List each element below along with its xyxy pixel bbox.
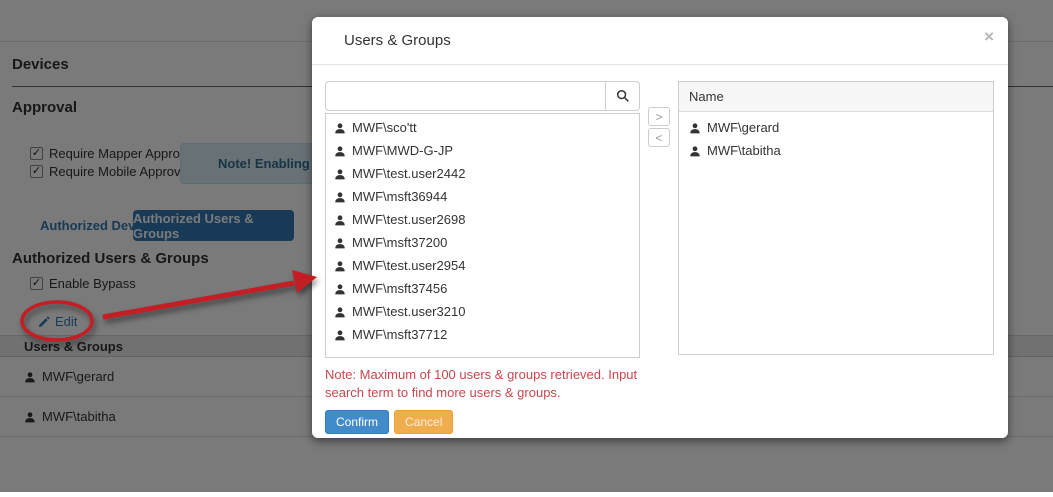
person-icon bbox=[334, 191, 346, 203]
available-users-column: MWF\sco'tt MWF\MWD-G-JP MWF\test.user2442 M… bbox=[325, 81, 640, 358]
user-item[interactable]: MWF\tabitha bbox=[679, 139, 993, 162]
person-icon bbox=[334, 214, 346, 226]
user-item[interactable]: MWF\msft36944 bbox=[326, 185, 639, 208]
person-icon bbox=[334, 168, 346, 180]
confirm-button[interactable]: Confirm bbox=[325, 410, 389, 434]
selected-users-list: MWF\gerard MWF\tabitha bbox=[679, 112, 993, 162]
search-button[interactable] bbox=[606, 81, 640, 111]
user-name-label: MWF\MWD-G-JP bbox=[352, 143, 453, 158]
close-icon[interactable]: × bbox=[984, 28, 994, 45]
person-icon bbox=[334, 329, 346, 341]
user-name-label: MWF\tabitha bbox=[707, 143, 781, 158]
selected-users-panel: Name MWF\gerard MWF\tabitha bbox=[678, 81, 994, 355]
user-name-label: MWF\test.user2698 bbox=[352, 212, 465, 227]
user-item[interactable]: MWF\msft37456 bbox=[326, 277, 639, 300]
search-group bbox=[325, 81, 640, 111]
user-name-label: MWF\msft36944 bbox=[352, 189, 447, 204]
transfer-buttons: > < bbox=[640, 81, 678, 358]
user-name-label: MWF\msft37712 bbox=[352, 327, 447, 342]
person-icon bbox=[334, 237, 346, 249]
user-item[interactable]: MWF\test.user3210 bbox=[326, 300, 639, 323]
users-groups-modal: Users & Groups × MWF\sco'ttMWF\MWD-G-JPM… bbox=[312, 17, 1008, 438]
person-icon bbox=[334, 122, 346, 134]
cancel-button[interactable]: Cancel bbox=[394, 410, 453, 434]
move-left-button[interactable]: < bbox=[648, 128, 670, 147]
available-users-list: MWF\sco'tt MWF\MWD-G-JP MWF\test.user2442 M… bbox=[325, 113, 640, 358]
user-item[interactable]: MWF\gerard bbox=[679, 116, 993, 139]
modal-header: Users & Groups × bbox=[312, 17, 1008, 65]
user-item[interactable]: MWF\test.user2442 bbox=[326, 162, 639, 185]
max-users-note: Note: Maximum of 100 users & groups retr… bbox=[325, 366, 677, 402]
move-right-button[interactable]: > bbox=[648, 107, 670, 126]
person-icon bbox=[334, 145, 346, 157]
user-name-label: MWF\msft37200 bbox=[352, 235, 447, 250]
person-icon bbox=[334, 283, 346, 295]
modal-actions: Confirm Cancel bbox=[325, 410, 994, 434]
user-item[interactable]: MWF\MWD-G-JP bbox=[326, 139, 639, 162]
user-name-label: MWF\msft37456 bbox=[352, 281, 447, 296]
modal-body: MWF\sco'tt MWF\MWD-G-JP MWF\test.user2442 M… bbox=[312, 65, 1008, 358]
selected-users-header: Name bbox=[679, 82, 993, 112]
user-item[interactable]: MWF\sco'tt bbox=[326, 116, 639, 139]
person-icon bbox=[334, 260, 346, 272]
user-name-label: MWF\test.user3210 bbox=[352, 304, 465, 319]
user-name-label: MWF\sco'tt bbox=[352, 120, 417, 135]
search-input[interactable] bbox=[325, 81, 606, 111]
user-name-label: MWF\test.user2442 bbox=[352, 166, 465, 181]
user-item[interactable]: MWF\test.user2698 bbox=[326, 208, 639, 231]
user-item[interactable]: MWF\msft37200 bbox=[326, 231, 639, 254]
selected-users-column: Name MWF\gerard MWF\tabitha bbox=[678, 81, 994, 358]
search-icon bbox=[616, 89, 630, 103]
user-name-label: MWF\gerard bbox=[707, 120, 779, 135]
user-name-label: MWF\test.user2954 bbox=[352, 258, 465, 273]
modal-title: Users & Groups bbox=[344, 32, 451, 49]
person-icon bbox=[689, 145, 701, 157]
user-item[interactable]: MWF\test.user2954 bbox=[326, 254, 639, 277]
person-icon bbox=[689, 122, 701, 134]
person-icon bbox=[334, 306, 346, 318]
user-item[interactable]: MWF\msft37712 bbox=[326, 323, 639, 346]
